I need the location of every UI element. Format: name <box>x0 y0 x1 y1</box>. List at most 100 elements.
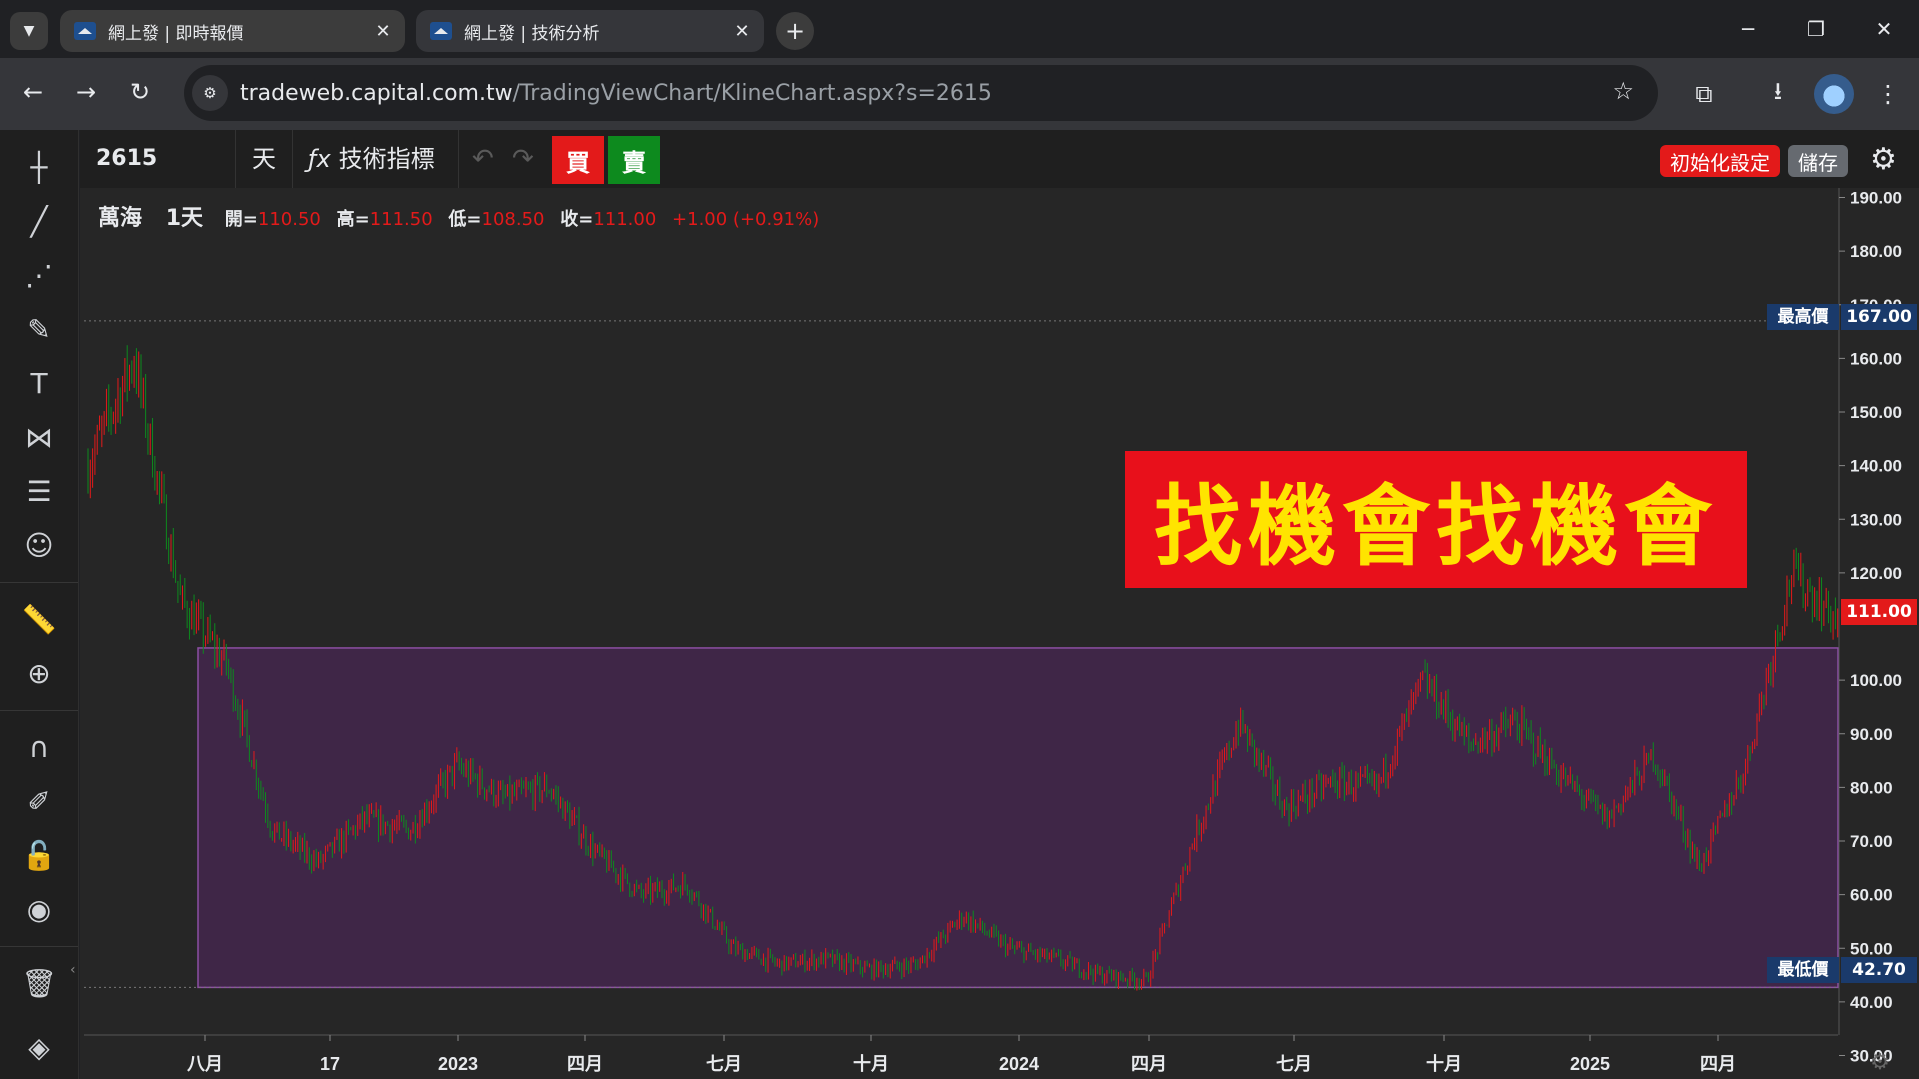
tab-title: 網上發 | 技術分析 <box>464 23 600 44</box>
profile-avatar[interactable] <box>1814 74 1854 114</box>
settings-gear-icon[interactable]: ⚙ <box>1870 142 1897 177</box>
chevron-down-icon: ▼ <box>23 23 35 39</box>
new-tab-button[interactable]: + <box>776 12 814 50</box>
low-label: 低= <box>448 209 482 230</box>
highest-label-tag: 最高價 <box>1767 304 1839 330</box>
open-value: 110.50 <box>257 209 321 230</box>
text-icon[interactable]: T <box>16 360 62 406</box>
lock-drawing-icon[interactable]: ✐ <box>16 778 62 824</box>
pitchfork-icon[interactable]: ⋰ <box>16 252 62 298</box>
url-host: tradeweb.capital.com.tw <box>240 80 513 106</box>
time-tick-label: 2024 <box>999 1054 1039 1074</box>
redo-icon[interactable]: ↷ <box>512 144 534 174</box>
high-label: 高= <box>336 209 370 230</box>
pattern-icon[interactable]: ⋈ <box>16 414 62 460</box>
last-price-tag: 111.00 <box>1841 599 1917 625</box>
axis-settings-icon[interactable]: ⚙ <box>1870 1050 1890 1075</box>
time-tick-label: 四月 <box>1131 1054 1167 1074</box>
minimize-button[interactable]: ─ <box>1714 0 1782 58</box>
restore-button[interactable]: ❐ <box>1782 0 1850 58</box>
site-info-icon[interactable]: ⚙ <box>192 75 228 111</box>
save-button[interactable]: 儲存 <box>1788 145 1848 177</box>
price-tick-label: 100.00 <box>1850 671 1902 690</box>
interval-selector[interactable]: 天 <box>252 130 276 188</box>
price-tick-label: 70.00 <box>1850 832 1893 851</box>
plus-icon: + <box>784 17 806 45</box>
toolbar-divider <box>292 130 293 188</box>
brush-icon[interactable]: ✎ <box>16 306 62 352</box>
time-tick-label: 七月 <box>706 1054 742 1074</box>
price-range-box[interactable] <box>197 647 1839 989</box>
buy-button[interactable]: 買 <box>552 136 604 184</box>
time-tick-label: 七月 <box>1276 1054 1312 1074</box>
reset-settings-button[interactable]: 初始化設定 <box>1660 145 1780 177</box>
trend-line-icon[interactable]: ╱ <box>16 198 62 244</box>
unlock-icon[interactable]: 🔓 <box>16 832 62 878</box>
toolbar-divider <box>0 946 78 947</box>
price-tick-label: 40.00 <box>1850 993 1893 1012</box>
highest-price-tag: 167.00 <box>1841 304 1917 330</box>
undo-icon[interactable]: ↶ <box>472 144 494 174</box>
ohlc-legend: 萬海 1天 開=110.50 高=111.50 低=108.50 收=111.0… <box>98 200 829 232</box>
more-menu-icon[interactable]: ⋮ <box>1868 74 1908 114</box>
toolbar-divider <box>0 710 78 711</box>
layers-icon[interactable]: ◈ <box>16 1024 62 1070</box>
stock-name: 萬海 <box>98 206 143 231</box>
high-value: 111.50 <box>369 209 433 230</box>
change-value: +1.00 (+0.91%) <box>672 209 820 230</box>
chart-toolbar: 2615 天 ƒx 技術指標 ↶ ↷ 買 賣 初始化設定 儲存 ⚙ <box>80 130 1919 188</box>
low-value: 108.50 <box>481 209 545 230</box>
site-favicon-icon <box>74 22 96 40</box>
eye-icon[interactable]: ◉ <box>16 886 62 932</box>
arrow-left-icon: ← <box>22 78 44 106</box>
price-tick-label: 150.00 <box>1850 403 1902 422</box>
time-tick-label: 17 <box>320 1054 340 1074</box>
url-field[interactable]: ⚙ tradeweb.capital.com.tw/TradingViewCha… <box>184 65 1658 121</box>
zoom-in-icon[interactable]: ⊕ <box>16 650 62 696</box>
price-tick-label: 120.00 <box>1850 564 1902 583</box>
price-chart[interactable]: 190.00180.00170.00160.00150.00140.00130.… <box>80 188 1919 1079</box>
close-icon[interactable]: ✕ <box>728 21 756 42</box>
collapse-toolbar-icon[interactable]: ‹ <box>70 962 76 978</box>
site-favicon-icon <box>430 22 452 40</box>
download-icon[interactable]: ⭳ <box>1758 74 1798 114</box>
trash-icon[interactable]: 🗑 <box>16 960 62 1006</box>
symbol-field[interactable]: 2615 <box>96 130 157 188</box>
indicators-button[interactable]: ƒx 技術指標 <box>308 130 435 188</box>
drawing-toolbar: ┼ ╱ ⋰ ✎ T ⋈ ☰ ☺ 📏 ⊕ ∩ ✐ 🔓 ◉ 🗑 ◈ <box>0 130 79 1079</box>
ruler-icon[interactable]: 📏 <box>16 596 62 642</box>
time-tick-label: 四月 <box>1700 1054 1736 1074</box>
smiley-icon[interactable]: ☺ <box>16 522 62 568</box>
time-tick-label: 八月 <box>187 1054 223 1074</box>
tab-search-button[interactable]: ▼ <box>10 12 48 50</box>
reload-button[interactable]: ↻ <box>122 74 158 110</box>
forward-button[interactable]: → <box>68 74 104 110</box>
indicators-label: 技術指標 <box>338 145 435 173</box>
bookmark-star-icon[interactable]: ☆ <box>1612 77 1634 105</box>
browser-tab-analysis[interactable]: 網上發 | 技術分析 ✕ <box>416 10 764 52</box>
reload-icon: ↻ <box>129 78 151 106</box>
tab-title: 網上發 | 即時報價 <box>108 23 244 44</box>
crosshair-icon[interactable]: ┼ <box>16 144 62 190</box>
fib-icon[interactable]: ☰ <box>16 468 62 514</box>
back-button[interactable]: ← <box>15 74 51 110</box>
toolbar-divider <box>458 130 459 188</box>
extensions-icon[interactable]: ⧉ <box>1684 74 1724 114</box>
price-tick-label: 80.00 <box>1850 778 1893 797</box>
toolbar-divider <box>0 582 78 583</box>
magnet-icon[interactable]: ∩ <box>16 724 62 770</box>
sell-button[interactable]: 賣 <box>608 136 660 184</box>
lowest-price-tag: 42.70 <box>1841 957 1917 983</box>
promo-banner: 找機會找機會 <box>1125 451 1747 588</box>
price-tick-label: 180.00 <box>1850 242 1902 261</box>
close-icon[interactable]: ✕ <box>369 21 397 42</box>
browser-tab-strip: ▼ 網上發 | 即時報價 ✕ 網上發 | 技術分析 ✕ + ─ ❐ ✕ <box>0 0 1919 58</box>
url-path: /TradingViewChart/KlineChart.aspx?s=2615 <box>512 80 992 106</box>
browser-tab-quotes[interactable]: 網上發 | 即時報價 ✕ <box>60 10 405 52</box>
price-tick-label: 60.00 <box>1850 886 1893 905</box>
arrow-right-icon: → <box>75 78 97 106</box>
time-tick-label: 四月 <box>567 1054 603 1074</box>
lowest-label-tag: 最低價 <box>1767 957 1839 983</box>
close-window-button[interactable]: ✕ <box>1850 0 1918 58</box>
function-icon: ƒx <box>308 145 331 173</box>
